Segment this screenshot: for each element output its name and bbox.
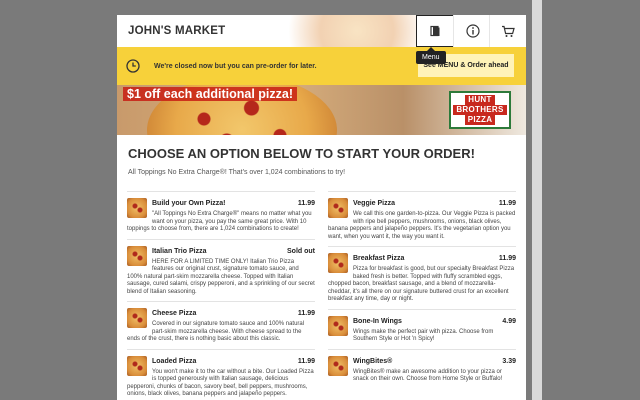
- item-price: 11.99: [297, 357, 315, 365]
- logo-line: HUNT: [465, 95, 495, 105]
- item-description: Covered in our signature tomato sauce an…: [127, 321, 305, 342]
- menu-item[interactable]: Veggie Pizza 11.99 We call this one gard…: [328, 191, 516, 246]
- menu-grid: Build your Own Pizza! 11.99 "All Topping…: [127, 191, 516, 400]
- item-description: HERE FOR A LIMITED TIME ONLY! Italian Tr…: [127, 258, 315, 295]
- item-name: Veggie Pizza: [353, 200, 396, 207]
- menu-item[interactable]: WingBites® 3.39 WingBites® make an aweso…: [328, 348, 516, 389]
- item-name: Italian Trio Pizza: [152, 247, 207, 255]
- store-name: JOHN'S MARKET: [128, 25, 226, 37]
- cart-button[interactable]: [489, 15, 526, 47]
- menu-item[interactable]: Breakfast Pizza 11.99 Pizza for breakfas…: [328, 246, 516, 309]
- header-pizza-image: [267, 15, 417, 47]
- menu-book-icon: [430, 25, 440, 37]
- pizza-thumbnail: [328, 198, 348, 218]
- item-description: WingBites® make an awesome addition to y…: [353, 368, 503, 383]
- item-name: Breakfast Pizza: [353, 255, 405, 262]
- promo-banner: $1 off each additional pizza! HUNT BROTH…: [117, 85, 526, 135]
- logo-line: BROTHERS: [453, 105, 507, 115]
- store-header: JOHN'S MARKET Menu: [117, 15, 526, 64]
- item-price: Sold out: [287, 247, 315, 255]
- menu-tooltip: Menu: [416, 47, 446, 64]
- item-price: 11.99: [498, 255, 516, 262]
- page-scrollbar[interactable]: [532, 0, 542, 400]
- pizza-thumbnail: [127, 308, 147, 328]
- info-icon: [465, 24, 480, 38]
- pizza-thumbnail: [127, 355, 147, 376]
- logo-line: PIZZA: [464, 115, 496, 125]
- item-name: Cheese Pizza: [152, 310, 197, 317]
- menu-item[interactable]: Bone-In Wings 4.99 Wings make the perfec…: [328, 308, 516, 349]
- menu-item[interactable]: Loaded Pizza 11.99 You won't make it to …: [127, 348, 315, 400]
- promo-text: $1 off each additional pizza!: [123, 87, 297, 101]
- pizza-thumbnail: [127, 245, 147, 266]
- item-name: WingBites®: [353, 357, 393, 365]
- menu-button[interactable]: [416, 15, 454, 47]
- item-price: 11.99: [297, 310, 315, 317]
- pizza-thumbnail: [127, 198, 147, 218]
- clock-icon: [126, 59, 140, 73]
- item-price: 11.99: [297, 200, 315, 207]
- item-name: Build your Own Pizza!: [152, 200, 226, 207]
- menu-item[interactable]: Cheese Pizza 11.99 Covered in our signat…: [127, 301, 315, 349]
- item-description: Wings make the perfect pair with pizza. …: [353, 328, 494, 343]
- menu-column-left: Build your Own Pizza! 11.99 "All Topping…: [127, 191, 315, 400]
- item-description: Pizza for breakfast is good, but our spe…: [328, 266, 515, 302]
- pizza-thumbnail: [328, 253, 348, 273]
- info-button[interactable]: [453, 15, 491, 47]
- page-subtitle: All Toppings No Extra Charge®! That's ov…: [128, 169, 346, 176]
- cart-icon: [502, 25, 515, 37]
- closed-message: We're closed now but you can pre-order f…: [154, 62, 317, 70]
- wings-thumbnail: [328, 315, 348, 336]
- item-price: 3.39: [502, 357, 516, 365]
- item-name: Loaded Pizza: [152, 357, 197, 365]
- menu-item[interactable]: Italian Trio Pizza Sold out HERE FOR A L…: [127, 238, 315, 302]
- wings-thumbnail: [328, 355, 348, 376]
- menu-item[interactable]: Build your Own Pizza! 11.99 "All Topping…: [127, 191, 315, 239]
- item-name: Bone-In Wings: [353, 317, 402, 325]
- item-price: 4.99: [502, 317, 516, 325]
- item-price: 11.99: [498, 200, 516, 207]
- page-title: CHOOSE AN OPTION BELOW TO START YOUR ORD…: [128, 146, 475, 161]
- closed-notice: We're closed now but you can pre-order f…: [117, 47, 526, 85]
- hunt-brothers-logo: HUNT BROTHERS PIZZA: [449, 91, 511, 129]
- item-description: "All Toppings No Extra Charge®" means no…: [127, 211, 312, 232]
- item-description: You won't make it to the car without a b…: [127, 368, 314, 398]
- item-description: We call this one garden-to-pizza. Our Ve…: [328, 211, 516, 240]
- menu-column-right: Veggie Pizza 11.99 We call this one gard…: [328, 191, 516, 400]
